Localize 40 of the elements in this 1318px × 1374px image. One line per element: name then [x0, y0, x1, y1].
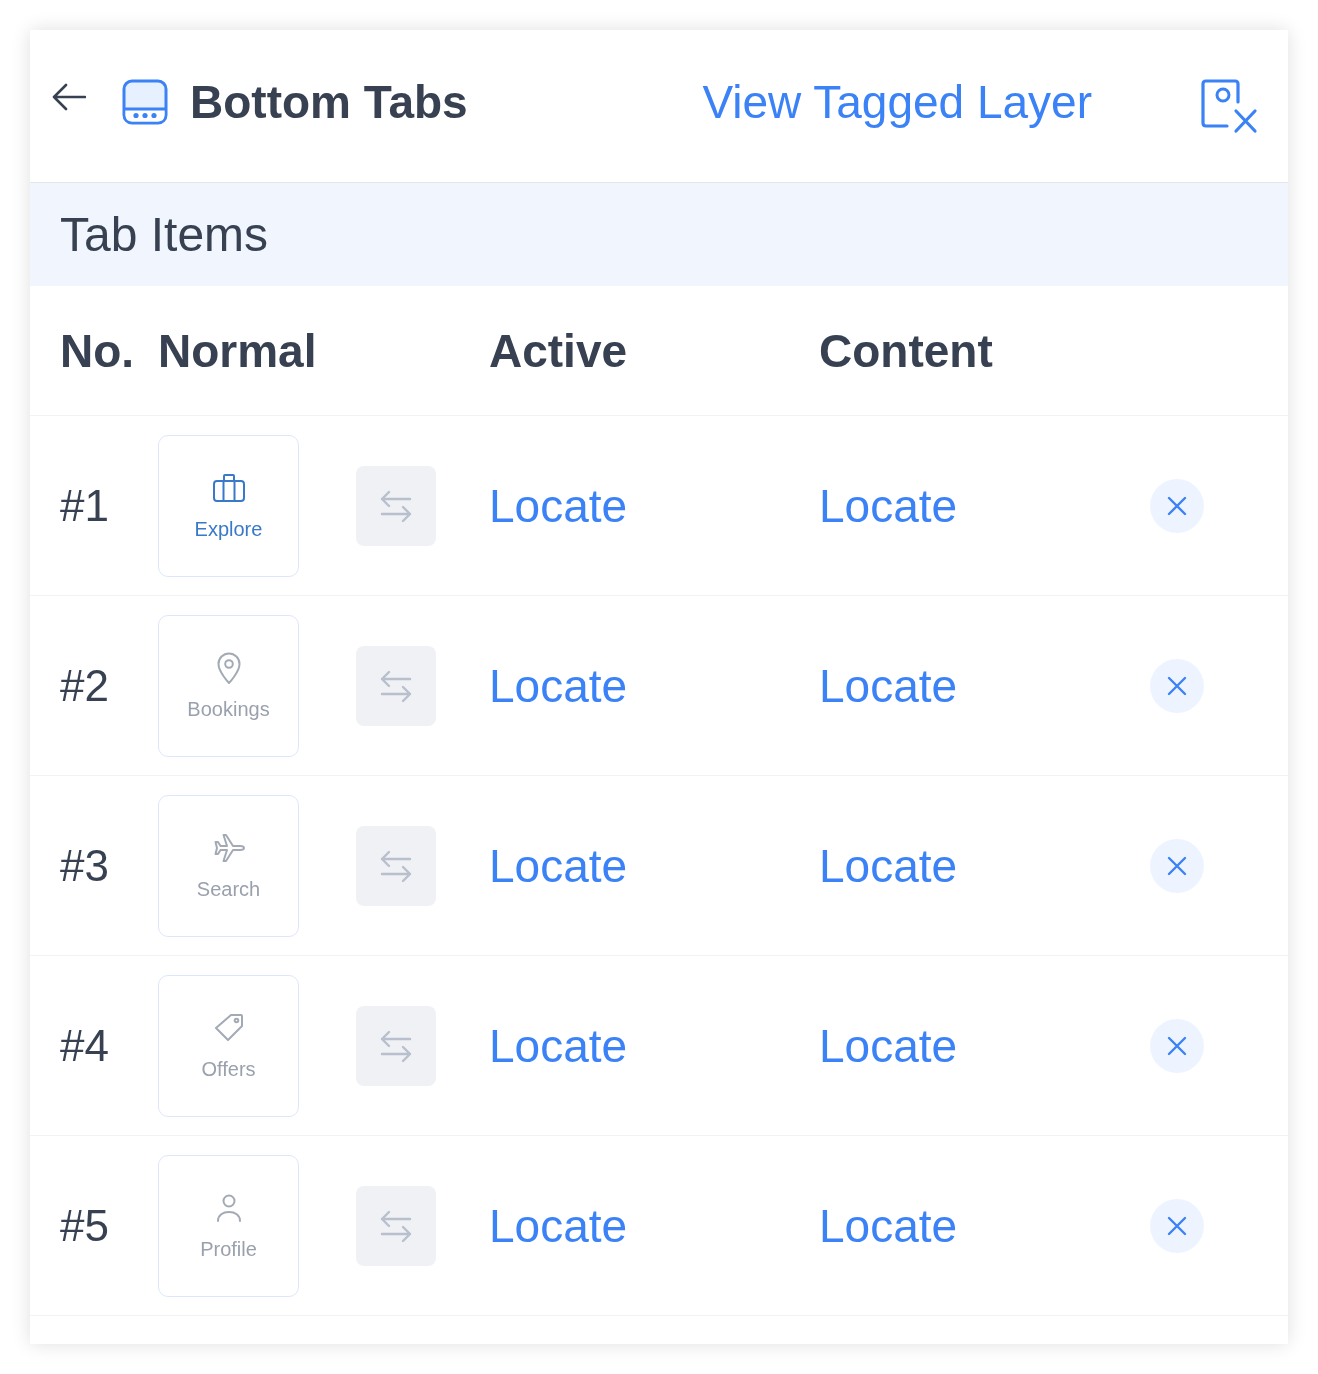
tab-bar-icon	[122, 79, 168, 125]
row-number: #1	[60, 480, 109, 531]
close-icon	[1167, 675, 1187, 696]
tab-label: Search	[196, 878, 261, 901]
close-icon	[1167, 1035, 1187, 1056]
tab-label: Explore	[194, 518, 263, 541]
swap-button[interactable]	[356, 1005, 436, 1086]
tab-label: Offers	[201, 1058, 256, 1081]
locate-link[interactable]: Locate	[819, 658, 958, 713]
frame-cross-icon[interactable]	[1200, 78, 1258, 134]
locate-link[interactable]: Locate	[489, 1198, 628, 1253]
row-number: #3	[60, 840, 109, 891]
column-header: No.	[60, 323, 135, 378]
view-tagged-layer-link[interactable]: View Tagged Layer	[702, 75, 1092, 129]
locate-link[interactable]: Locate	[819, 1198, 958, 1253]
tab-label: Profile	[200, 1238, 257, 1261]
swap-button[interactable]	[356, 465, 436, 546]
row-number: #2	[60, 660, 109, 711]
swap-button[interactable]	[356, 825, 436, 906]
locate-link[interactable]: Locate	[489, 658, 628, 713]
close-icon	[1167, 855, 1187, 876]
swap-button[interactable]	[356, 1185, 436, 1266]
close-icon	[1167, 1215, 1187, 1236]
locate-link[interactable]: Locate	[489, 838, 628, 893]
section-title: Tab Items	[60, 207, 269, 262]
tab-label: Bookings	[187, 698, 270, 721]
locate-link[interactable]: Locate	[489, 478, 628, 533]
locate-link[interactable]: Locate	[489, 1018, 628, 1073]
locate-link[interactable]: Locate	[819, 838, 958, 893]
row-number: #5	[60, 1200, 109, 1251]
locate-link[interactable]: Locate	[819, 1018, 958, 1073]
back-arrow-icon[interactable]	[52, 83, 86, 111]
locate-link[interactable]: Locate	[819, 478, 958, 533]
close-icon	[1167, 495, 1187, 516]
page-title: Bottom Tabs	[190, 75, 468, 129]
column-header: Active	[489, 323, 628, 378]
swap-button[interactable]	[356, 645, 436, 726]
column-header: Normal	[158, 323, 317, 378]
column-header: Content	[819, 323, 993, 378]
row-number: #4	[60, 1020, 109, 1071]
